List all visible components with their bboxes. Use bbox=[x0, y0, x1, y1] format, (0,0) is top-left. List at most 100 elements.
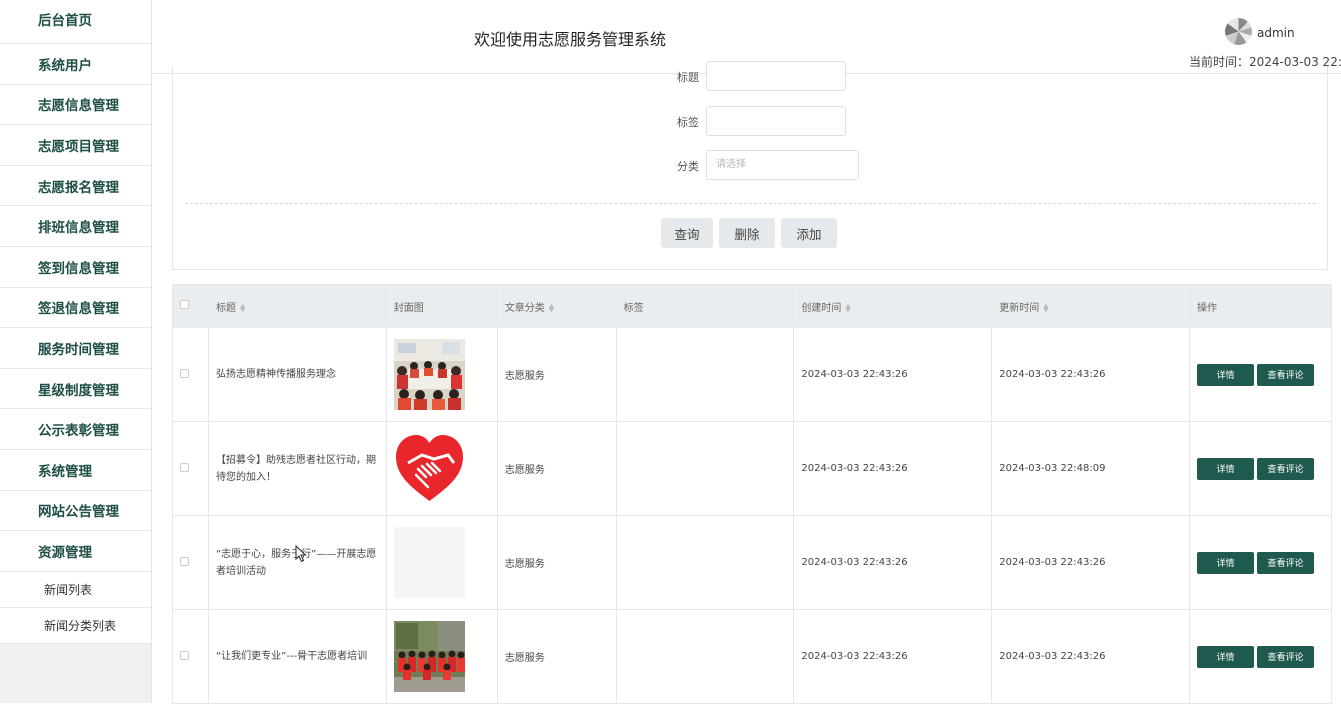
row-updated: 2024-03-03 22:43:26 bbox=[991, 609, 1191, 704]
row-created: 2024-03-03 22:43:26 bbox=[793, 421, 993, 516]
table-row: “让我们更专业”---骨干志愿者培训 志愿服务 2024-03-03 22:43… bbox=[172, 609, 1332, 704]
cover-photo-group-meeting[interactable] bbox=[393, 339, 465, 410]
cover-blank-placeholder[interactable] bbox=[393, 527, 465, 598]
sidebar-item-volunteer-signup[interactable]: 志愿报名管理 bbox=[0, 166, 151, 207]
view-comments-button[interactable]: 查看评论 bbox=[1257, 645, 1315, 668]
table-header-row: 标题 ▲ ▼ 封面图 文章分类 ▲ ▼ 标签 创建时间 ▲ ▼ 更新时间 ▲ ▼ 操作 bbox=[172, 284, 1332, 328]
column-actions: 操作 bbox=[1189, 284, 1332, 328]
row-cover-cell bbox=[385, 515, 498, 610]
row-title: “让我们更专业”---骨干志愿者培训 bbox=[207, 609, 387, 704]
row-actions: 详情 查看评论 bbox=[1189, 327, 1332, 422]
column-actions-label: 操作 bbox=[1197, 302, 1218, 314]
tag-filter-row: 标签 bbox=[173, 106, 1327, 136]
column-cover: 封面图 bbox=[385, 284, 498, 328]
row-cover-cell bbox=[385, 609, 498, 704]
divider bbox=[185, 203, 1316, 204]
search-panel: 标题 标签 分类 请选择 查询 删除 添加 bbox=[172, 61, 1328, 270]
sidebar-item-volunteer-info[interactable]: 志愿信息管理 bbox=[0, 85, 151, 126]
sidebar-subitem-news-list[interactable]: 新闻列表 bbox=[0, 572, 151, 608]
mouse-cursor-icon bbox=[295, 545, 307, 563]
sidebar-item-commendation[interactable]: 公示表彰管理 bbox=[0, 409, 151, 450]
cover-red-heart-handshake[interactable] bbox=[393, 433, 465, 504]
tag-filter-input[interactable] bbox=[706, 106, 846, 136]
column-tags: 标签 bbox=[615, 284, 795, 328]
username[interactable]: admin bbox=[1257, 26, 1295, 40]
sidebar-menu: 后台首页 系统用户 志愿信息管理 志愿项目管理 志愿报名管理 排班信息管理 签到… bbox=[0, 0, 151, 644]
sidebar-item-shift-info[interactable]: 排班信息管理 bbox=[0, 206, 151, 247]
sidebar-item-checkout-info[interactable]: 签退信息管理 bbox=[0, 288, 151, 329]
row-updated: 2024-03-03 22:48:09 bbox=[991, 421, 1191, 516]
page-title: 欢迎使用志愿服务管理系统 bbox=[474, 30, 667, 49]
title-filter-label: 标题 bbox=[677, 71, 699, 84]
view-comments-button[interactable]: 查看评论 bbox=[1257, 551, 1315, 574]
tag-filter-label: 标签 bbox=[677, 116, 699, 129]
select-all-checkbox[interactable] bbox=[180, 300, 189, 309]
sidebar-item-home[interactable]: 后台首页 bbox=[0, 0, 151, 44]
column-updated-label: 更新时间 bbox=[999, 302, 1040, 314]
view-comments-button[interactable]: 查看评论 bbox=[1257, 457, 1315, 480]
add-button[interactable]: 添加 bbox=[781, 218, 837, 248]
row-tags bbox=[615, 609, 795, 704]
query-button[interactable]: 查询 bbox=[661, 218, 713, 248]
column-created-label: 创建时间 bbox=[801, 302, 842, 314]
detail-button[interactable]: 详情 bbox=[1197, 363, 1255, 386]
column-category-label: 文章分类 bbox=[504, 302, 545, 314]
column-cover-label: 封面图 bbox=[393, 302, 424, 314]
sort-icon[interactable]: ▲ ▼ bbox=[240, 302, 245, 313]
row-actions: 详情 查看评论 bbox=[1189, 421, 1332, 516]
row-checkbox[interactable] bbox=[180, 556, 189, 566]
sidebar: 后台首页 系统用户 志愿信息管理 志愿项目管理 志愿报名管理 排班信息管理 签到… bbox=[0, 0, 152, 703]
column-category[interactable]: 文章分类 ▲ ▼ bbox=[496, 284, 617, 328]
row-select-cell bbox=[172, 327, 209, 422]
row-tags bbox=[615, 421, 795, 516]
sidebar-subitem-news-category-list[interactable]: 新闻分类列表 bbox=[0, 608, 151, 644]
row-actions: 详情 查看评论 bbox=[1189, 609, 1332, 704]
sidebar-item-checkin-info[interactable]: 签到信息管理 bbox=[0, 247, 151, 288]
table-row: 【招募令】助残志愿者社区行动，期待您的加入！ 志愿服务 2024-03-03 2… bbox=[172, 421, 1332, 516]
sort-icon[interactable]: ▲ ▼ bbox=[845, 302, 850, 313]
sidebar-item-announcements[interactable]: 网站公告管理 bbox=[0, 491, 151, 532]
row-category: 志愿服务 bbox=[496, 609, 617, 704]
row-category: 志愿服务 bbox=[496, 327, 617, 422]
sort-icon[interactable]: ▲ ▼ bbox=[549, 302, 554, 313]
cover-photo-group-outdoor[interactable] bbox=[393, 621, 465, 692]
column-title[interactable]: 标题 ▲ ▼ bbox=[207, 284, 387, 328]
column-tags-label: 标签 bbox=[623, 302, 644, 314]
row-category: 志愿服务 bbox=[496, 515, 617, 610]
row-select-cell bbox=[172, 421, 209, 516]
sidebar-item-system-users[interactable]: 系统用户 bbox=[0, 44, 151, 85]
row-updated: 2024-03-03 22:43:26 bbox=[991, 327, 1191, 422]
row-checkbox[interactable] bbox=[180, 368, 189, 378]
column-created[interactable]: 创建时间 ▲ ▼ bbox=[793, 284, 993, 328]
category-filter-label: 分类 bbox=[677, 160, 699, 173]
sidebar-item-resources[interactable]: 资源管理 bbox=[0, 531, 151, 572]
avatar[interactable] bbox=[1225, 18, 1252, 45]
category-select[interactable]: 请选择 bbox=[706, 150, 859, 180]
row-created: 2024-03-03 22:43:26 bbox=[793, 327, 993, 422]
row-title: 弘扬志愿精神传播服务理念 bbox=[207, 327, 387, 422]
sidebar-item-service-time[interactable]: 服务时间管理 bbox=[0, 328, 151, 369]
sidebar-item-volunteer-projects[interactable]: 志愿项目管理 bbox=[0, 125, 151, 166]
row-updated: 2024-03-03 22:43:26 bbox=[991, 515, 1191, 610]
row-cover-cell bbox=[385, 421, 498, 516]
title-filter-input[interactable] bbox=[706, 61, 846, 91]
row-checkbox[interactable] bbox=[180, 650, 189, 660]
row-created: 2024-03-03 22:43:26 bbox=[793, 515, 993, 610]
sort-icon[interactable]: ▲ ▼ bbox=[1043, 302, 1048, 313]
sidebar-item-star-rating[interactable]: 星级制度管理 bbox=[0, 369, 151, 410]
detail-button[interactable]: 详情 bbox=[1197, 645, 1255, 668]
table-row: “志愿于心，服务于行”——开展志愿者培训活动 志愿服务 2024-03-03 2… bbox=[172, 515, 1332, 610]
column-title-label: 标题 bbox=[215, 302, 236, 314]
view-comments-button[interactable]: 查看评论 bbox=[1257, 363, 1315, 386]
row-category: 志愿服务 bbox=[496, 421, 617, 516]
row-title: 【招募令】助残志愿者社区行动，期待您的加入！ bbox=[207, 421, 387, 516]
row-tags bbox=[615, 327, 795, 422]
sidebar-item-system-management[interactable]: 系统管理 bbox=[0, 450, 151, 491]
select-all-cell bbox=[172, 284, 209, 328]
category-filter-row: 分类 请选择 bbox=[173, 150, 1327, 180]
detail-button[interactable]: 详情 bbox=[1197, 457, 1255, 480]
delete-button[interactable]: 删除 bbox=[719, 218, 775, 248]
detail-button[interactable]: 详情 bbox=[1197, 551, 1255, 574]
row-checkbox[interactable] bbox=[180, 462, 189, 472]
column-updated[interactable]: 更新时间 ▲ ▼ bbox=[991, 284, 1191, 328]
